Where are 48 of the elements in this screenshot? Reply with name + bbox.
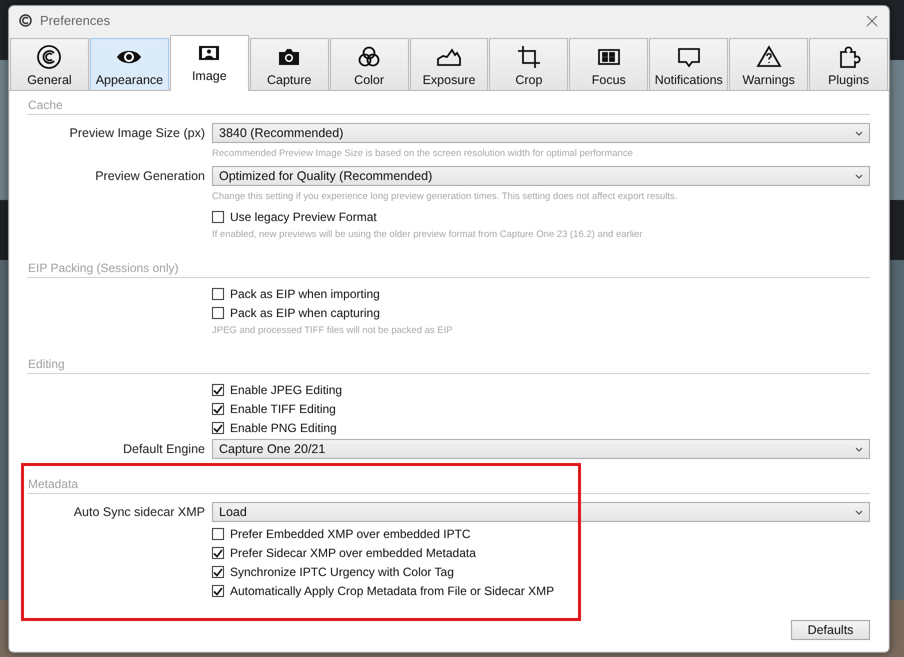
tab[interactable]: Capture	[250, 38, 329, 90]
tab[interactable]: Appearance	[90, 38, 169, 90]
tab[interactable]: Plugins	[809, 38, 888, 90]
section-header: Cache	[27, 94, 870, 115]
dropdown[interactable]: 3840 (Recommended)	[212, 123, 870, 143]
warning-triangle-icon	[756, 44, 782, 70]
field-label: Preview Generation	[94, 169, 206, 183]
checkbox[interactable]: Synchronize IPTC Urgency with Color Tag	[212, 563, 454, 580]
hint-text: Change this setting if you experience long preview generation times. This setting does not affect export results.	[212, 190, 678, 204]
tab[interactable]: Warnings	[729, 38, 808, 90]
section-header: Metadata	[27, 473, 870, 494]
checkbox[interactable]: Use legacy Preview Format	[212, 208, 377, 225]
checkbox[interactable]: Enable PNG Editing	[212, 419, 337, 436]
dropdown[interactable]: Optimized for Quality (Recommended)	[212, 166, 870, 186]
tab[interactable]: Exposure	[410, 38, 488, 90]
checkbox[interactable]: Pack as EIP when importing	[212, 285, 380, 302]
hint-text: If enabled, new previews will be using the older preview format from Capture One 23 (16.2) and earlier	[212, 228, 644, 242]
checkbox[interactable]: Enable TIFF Editing	[212, 400, 336, 417]
checkbox[interactable]: Enable JPEG Editing	[212, 381, 342, 398]
dropdown[interactable]: Load	[212, 502, 870, 522]
checkbox[interactable]: Prefer Embedded XMP over embedded IPTC	[212, 525, 471, 542]
concentric-circle-icon	[36, 44, 62, 70]
hint-text: JPEG and processed TIFF files will not be packed as EIP	[212, 324, 454, 338]
tab[interactable]: Crop	[489, 38, 568, 90]
window-title: Preferences	[40, 13, 112, 28]
chevron-down-icon	[855, 174, 863, 178]
dropdown[interactable]: Capture One 20/21	[212, 439, 870, 459]
checkbox[interactable]: Prefer Sidecar XMP over embedded Metadata	[212, 544, 476, 561]
app-logo-icon	[19, 14, 32, 27]
tab[interactable]: General	[10, 38, 89, 90]
close-icon[interactable]	[865, 14, 879, 28]
tab[interactable]: Notifications	[649, 38, 728, 90]
chevron-down-icon	[855, 446, 863, 452]
section-header: EIP Packing (Sessions only)	[27, 257, 870, 278]
defaults-button[interactable]: Defaults	[791, 620, 870, 640]
crop-icon	[516, 44, 542, 70]
field-label: Auto Sync sidecar XMP	[72, 505, 206, 519]
tab[interactable]: Image	[170, 35, 249, 91]
field-label: Preview Image Size (px)	[68, 126, 206, 140]
tab[interactable]: Focus	[569, 38, 648, 90]
checkbox[interactable]: Pack as EIP when capturing	[212, 304, 380, 321]
chevron-down-icon	[855, 130, 863, 136]
tab[interactable]: Color	[330, 38, 409, 90]
field-label: Default Engine	[122, 442, 206, 456]
chevron-down-icon	[855, 510, 863, 514]
checkbox[interactable]: Automatically Apply Crop Metadata from File or Sidecar XMP	[212, 582, 554, 599]
section-header: Editing	[27, 353, 870, 374]
hint-text: Recommended Preview Image Size is based on the screen resolution width for optimal performance	[212, 147, 634, 161]
